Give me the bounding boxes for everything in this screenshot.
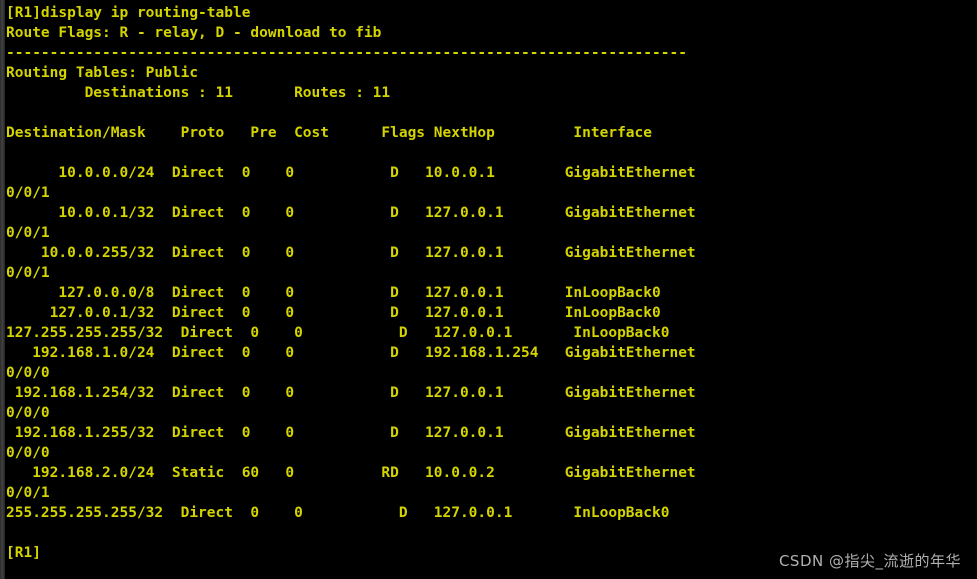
table-row: 255.255.255.255/32 Direct 0 0 D 127.0.0.…: [6, 505, 670, 521]
terminal-screen[interactable]: [R1]display ip routing-table Route Flags…: [5, 0, 977, 579]
table-row-interface-cont: 0/0/0: [6, 405, 50, 421]
table-row: 10.0.0.0/24 Direct 0 0 D 10.0.0.1 Gigabi…: [6, 165, 696, 181]
table-row-interface-cont: 0/0/0: [6, 365, 50, 381]
separator-line: ----------------------------------------…: [6, 45, 687, 61]
table-row: 10.0.0.1/32 Direct 0 0 D 127.0.0.1 Gigab…: [6, 205, 696, 221]
table-row-interface-cont: 0/0/1: [6, 225, 50, 241]
table-header-row: Destination/Mask Proto Pre Cost Flags Ne…: [6, 125, 653, 141]
blank-line-1: [6, 103, 977, 123]
blank-line-3: [6, 523, 977, 543]
table-row-interface-cont: 0/0/1: [6, 485, 50, 501]
table-row-interface-cont: 0/0/1: [6, 265, 50, 281]
table-row: 192.168.1.255/32 Direct 0 0 D 127.0.0.1 …: [6, 425, 696, 441]
blank-line-2: [6, 143, 977, 163]
table-row: 192.168.2.0/24 Static 60 0 RD 10.0.0.2 G…: [6, 465, 696, 481]
table-row: 127.0.0.0/8 Direct 0 0 D 127.0.0.1 InLoo…: [6, 285, 661, 301]
table-row: 10.0.0.255/32 Direct 0 0 D 127.0.0.1 Gig…: [6, 245, 696, 261]
command-line: [R1]display ip routing-table: [6, 5, 251, 21]
routing-tables-label: Routing Tables: Public: [6, 65, 199, 81]
csdn-watermark: CSDN @指尖_流逝的年华: [778, 552, 961, 570]
table-row: 192.168.1.0/24 Direct 0 0 D 192.168.1.25…: [6, 345, 696, 361]
summary-line: Destinations : 11 Routes : 11: [6, 85, 391, 101]
table-row: 192.168.1.254/32 Direct 0 0 D 127.0.0.1 …: [6, 385, 696, 401]
table-row: 127.255.255.255/32 Direct 0 0 D 127.0.0.…: [6, 325, 670, 341]
route-flags-legend: Route Flags: R - relay, D - download to …: [6, 25, 382, 41]
table-row-interface-cont: 0/0/1: [6, 185, 50, 201]
table-row-interface-cont: 0/0/0: [6, 445, 50, 461]
table-row: 127.0.0.1/32 Direct 0 0 D 127.0.0.1 InLo…: [6, 305, 661, 321]
terminal-window: [R1]display ip routing-table Route Flags…: [0, 0, 977, 579]
